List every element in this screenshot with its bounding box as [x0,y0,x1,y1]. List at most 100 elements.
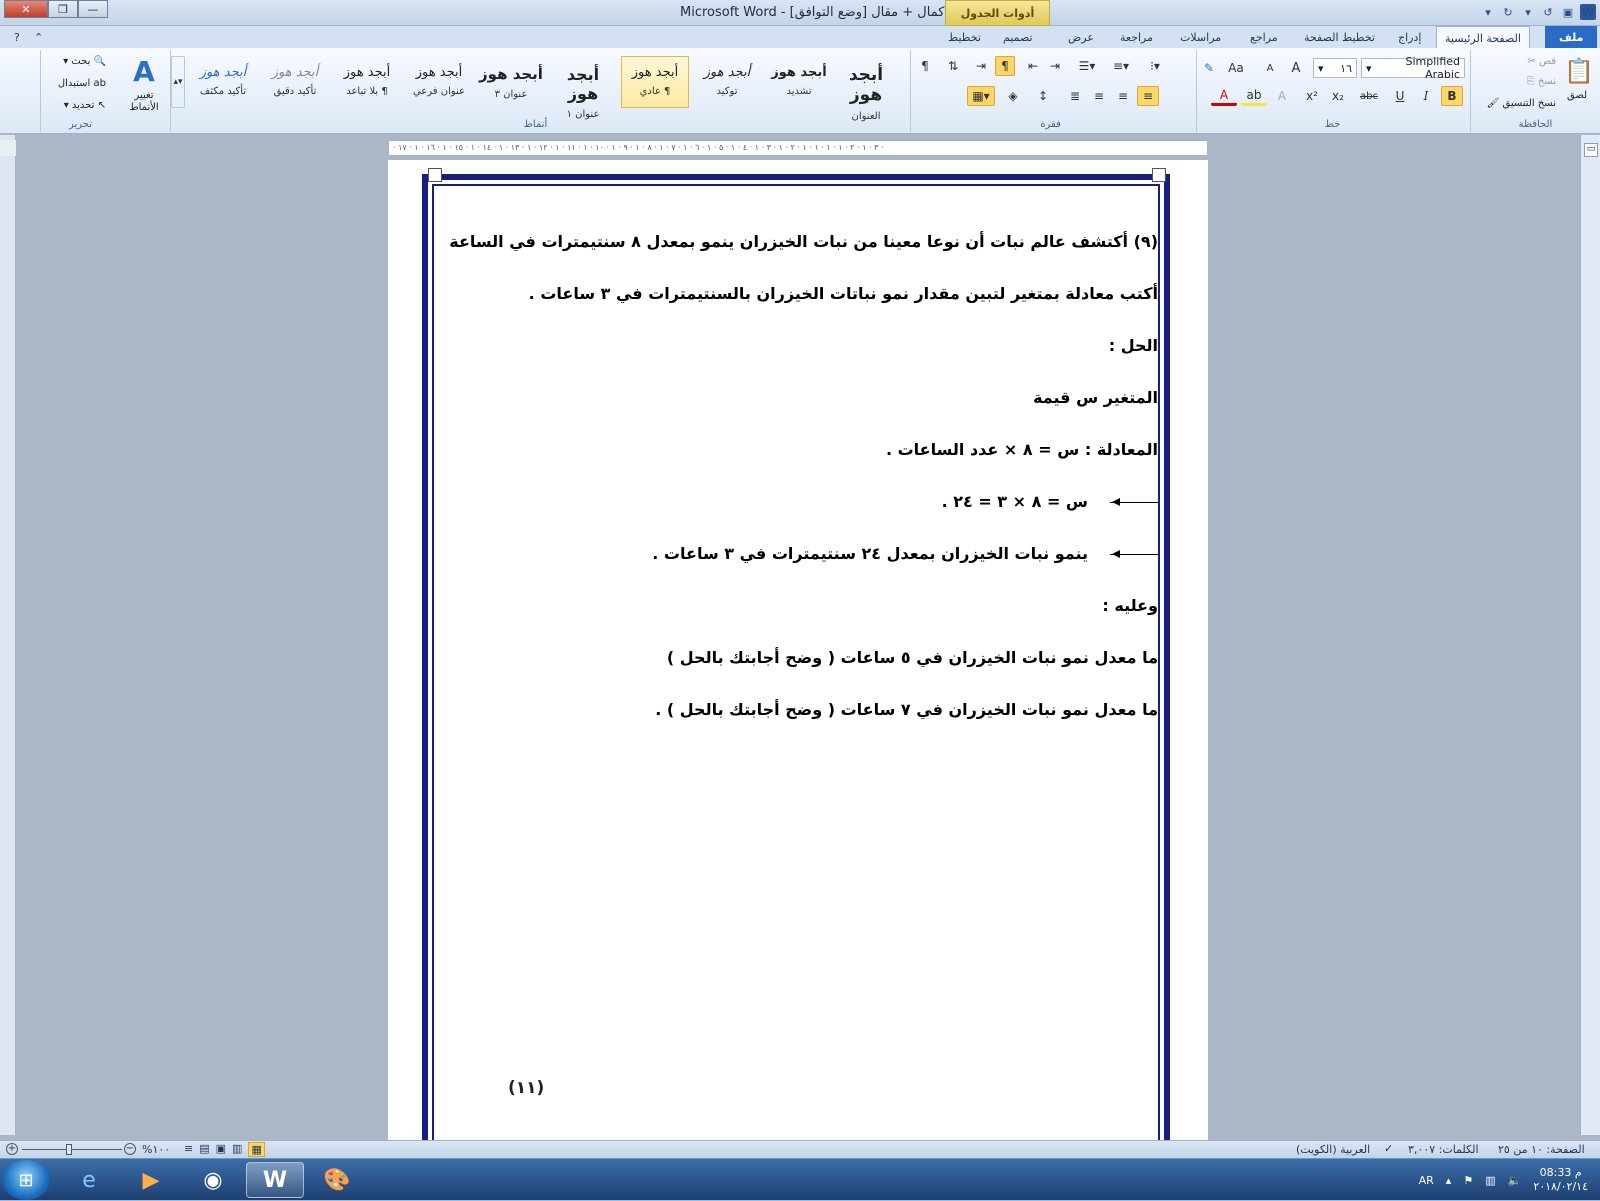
table-move-handle-icon[interactable] [428,168,442,182]
grow-font-icon[interactable]: A [1285,58,1307,78]
close-button[interactable]: ✕ [4,0,48,18]
justify-icon[interactable]: ≣ [1065,86,1085,106]
numbering-icon[interactable]: ≡▾ [1107,56,1135,76]
select-button[interactable]: ↖ تحديد ▾ [64,100,106,111]
table-tools-contextual-tab[interactable]: أدوات الجدول [945,0,1050,26]
redo-icon[interactable]: ↻ [1500,4,1516,20]
style-heading-1[interactable]: أبجد هوز عنوان ١ [549,56,617,120]
tab-view[interactable]: عرض [1060,26,1102,48]
draft-view-icon[interactable]: ≡ [184,1142,193,1157]
center-icon[interactable]: ≡ [1113,86,1133,106]
zoom-out-icon[interactable]: − [124,1143,136,1155]
tab-design[interactable]: تصميم [995,26,1041,48]
start-button[interactable]: ⊞ [2,1160,50,1200]
view-ruler-icon[interactable]: ▭ [1584,143,1598,157]
chrome-icon[interactable]: ◉ [184,1162,242,1198]
print-layout-icon[interactable]: ▦ [248,1142,265,1157]
cut-button[interactable]: قص ✂ [1527,56,1556,67]
increase-indent-icon[interactable]: ⇤ [1023,56,1043,76]
font-size-box[interactable]: ١٦ ▾ [1313,58,1357,78]
zoom-level[interactable]: %١٠٠ [142,1143,170,1156]
italic-icon[interactable]: I [1415,86,1437,106]
word-taskbar-icon[interactable]: W [246,1162,304,1198]
paint-icon[interactable]: 🎨 [308,1162,366,1198]
rtl-direction-icon[interactable]: ¶ [995,56,1015,76]
multilevel-list-icon[interactable]: ☰▾ [1073,56,1101,76]
clock[interactable]: 08:33 م ٢٠١٨/٠٢/١٤ [1533,1166,1588,1194]
find-button[interactable]: 🔍 بحث ▾ [63,56,106,67]
undo-dropdown-icon[interactable]: ▾ [1520,4,1536,20]
word-count[interactable]: الكلمات: ٣,٠٠٧ [1408,1143,1479,1156]
minimize-button[interactable]: — [78,0,108,18]
align-right-icon[interactable]: ≡ [1137,86,1159,106]
document-page[interactable]: (٩) أكتشف عالم نبات أن نوعا معينا من نبا… [388,160,1208,1164]
copy-button[interactable]: نسخ ⎘ [1527,76,1556,87]
media-player-icon[interactable]: ▶ [122,1162,180,1198]
action-center-icon[interactable]: ⚑ [1463,1174,1473,1187]
shrink-font-icon[interactable]: A [1259,58,1281,78]
tab-home[interactable]: الصفحة الرئيسية [1436,26,1530,49]
show-hidden-icons-icon[interactable]: ▴ [1446,1174,1452,1187]
tab-review[interactable]: مراجعة [1112,26,1161,48]
clear-formatting-icon[interactable]: ✎ [1199,58,1219,78]
tab-file[interactable]: ملف [1545,26,1598,48]
change-case-icon[interactable]: Aa [1221,58,1251,78]
line-spacing-icon[interactable]: ↕ [1031,86,1055,106]
outline-view-icon[interactable]: ▤ [199,1142,209,1157]
web-layout-icon[interactable]: ▣ [216,1142,226,1157]
change-styles-button[interactable]: تغيير الأنماط [122,90,166,114]
style-no-spacing[interactable]: أبجد هوز ¶ بلا تباعد [333,56,401,108]
tab-insert[interactable]: إدراج [1390,26,1429,48]
maximize-button[interactable]: ❐ [48,0,78,18]
zoom-slider[interactable] [22,1149,122,1150]
tab-layout[interactable]: تخطيط [940,26,989,48]
superscript-icon[interactable]: x² [1301,86,1323,106]
undo-icon[interactable]: ↺ [1540,4,1556,20]
table-corner-handle-icon[interactable] [1152,168,1166,182]
paste-button[interactable]: لصق [1567,90,1587,101]
strikethrough-icon[interactable]: abc [1353,86,1385,106]
style-subtitle[interactable]: أبجد هوز عنوان فرعي [405,56,473,108]
bullets-icon[interactable]: ⁝▾ [1141,56,1169,76]
internet-explorer-icon[interactable]: e [60,1162,118,1198]
help-icon[interactable]: ? [6,26,28,48]
decrease-indent-icon[interactable]: ⇥ [1045,56,1065,76]
font-color-icon[interactable]: A [1211,86,1237,106]
minimize-ribbon-icon[interactable]: ⌃ [26,26,51,48]
tab-selector-icon[interactable] [0,140,16,156]
zoom-in-icon[interactable]: + [6,1143,18,1155]
network-icon[interactable]: ▥ [1485,1174,1495,1187]
tab-page-layout[interactable]: تخطيط الصفحة [1296,26,1383,48]
subscript-icon[interactable]: x₂ [1327,86,1349,106]
style-subtle-emphasis[interactable]: أبجد هوز تأكيد دقيق [261,56,329,108]
show-formatting-icon[interactable]: ¶ [915,56,935,76]
clipboard-icon[interactable]: 📋 [1563,54,1595,88]
styles-scroll-icon[interactable]: ▴▾ [171,56,185,108]
text-effects-icon[interactable]: A [1271,86,1293,106]
style-emphasis[interactable]: أبجد هوز توكيد [693,56,761,108]
tab-mailings[interactable]: مراسلات [1172,26,1229,48]
bold-icon[interactable]: B [1441,86,1463,106]
language-indicator[interactable]: العربية (الكويت) [1296,1143,1370,1156]
customize-qat-icon[interactable]: ▾ [1480,4,1496,20]
style-title[interactable]: أبجد هوز العنوان [833,56,899,122]
style-strong[interactable]: أبجد هوز تشديد [765,56,833,108]
replace-button[interactable]: ab استبدال [58,78,106,89]
reading-view-icon[interactable]: ▥ [232,1142,242,1157]
underline-icon[interactable]: U [1389,86,1411,106]
zoom-slider-handle[interactable] [66,1144,72,1155]
highlight-icon[interactable]: ab [1241,86,1267,106]
sort-icon[interactable]: ⇅ [943,56,963,76]
style-heading-3[interactable]: أبجد هوز عنوان ٣ [477,56,545,108]
borders-icon[interactable]: ▦▾ [967,86,995,106]
save-icon[interactable]: ▣ [1560,4,1576,20]
volume-icon[interactable]: 🔈 [1508,1174,1522,1187]
ltr-direction-icon[interactable]: ⇥ [971,56,991,76]
vertical-scrollbar[interactable]: ▭ [1580,135,1600,1135]
input-language[interactable]: AR [1419,1174,1434,1187]
tab-references[interactable]: مراجع [1242,26,1286,48]
page-indicator[interactable]: الصفحة: ١٠ من ٢٥ [1498,1143,1585,1156]
font-name-box[interactable]: Simplified Arabic ▾ [1361,55,1465,81]
horizontal-ruler[interactable]: · ٣ · ١ · ٢ · ١ · ١ · ١ · ١ · ٢ · ١ · ٣ … [388,140,1208,156]
style-intense-emphasis[interactable]: أبجد هوز تأكيد مكثف [189,56,257,108]
